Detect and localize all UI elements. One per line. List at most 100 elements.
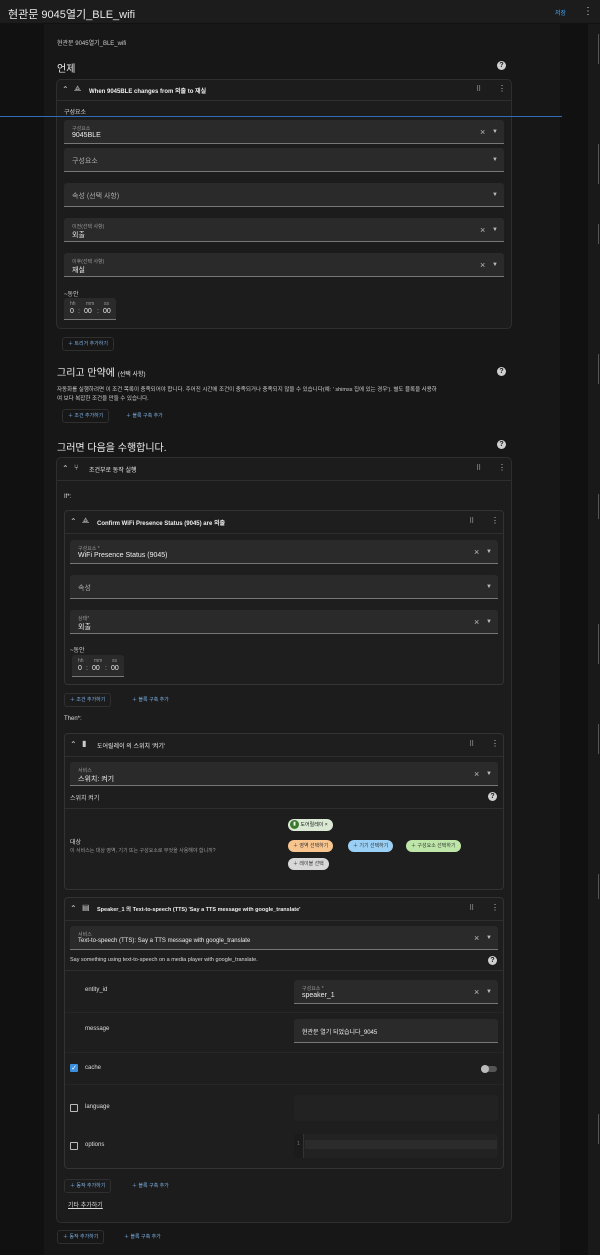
for-label: ~동안 (64, 292, 79, 298)
condition-state-field[interactable]: 상태* 외출 × ▼ (70, 610, 498, 634)
drag-handle-icon[interactable]: ⠿ (469, 904, 474, 912)
help-icon[interactable]: ? (497, 440, 506, 449)
trigger-duration-input[interactable]: hh mm ss 0 : 00 : 00 (64, 298, 116, 320)
save-button[interactable]: 저장 (555, 8, 566, 17)
options-yaml-editor[interactable]: 1 (294, 1134, 498, 1158)
service-description: Say something using text-to-speech on a … (70, 957, 258, 963)
help-icon[interactable]: ? (497, 367, 506, 376)
field-placeholder: 속성 (선택 사항) (72, 193, 120, 200)
condition-section-title: 그리고 만약에 (선택 사항) (57, 364, 146, 379)
dropdown-arrow-icon[interactable]: ▼ (492, 227, 498, 233)
trigger-attribute-field[interactable]: 속성 (선택 사항) ▼ (64, 183, 504, 207)
choose-entity-chip[interactable]: ＋ 구성요소 선택하기 (406, 840, 461, 852)
chevron-up-icon[interactable]: ⌃ (62, 464, 69, 473)
seconds-value[interactable]: 00 (103, 308, 111, 315)
trigger-to-field[interactable]: 이후(선택 사항) 재실 × ▼ (64, 253, 504, 277)
clear-icon[interactable]: × (480, 260, 485, 270)
drag-handle-icon[interactable]: ⠿ (469, 517, 474, 525)
choose-device-chip[interactable]: ＋ 기기 선택하기 (348, 840, 394, 852)
help-icon[interactable]: ? (488, 956, 497, 965)
clear-icon[interactable]: × (474, 617, 479, 627)
chevron-up-icon[interactable]: ⌃ (70, 740, 77, 749)
trigger-entity-field[interactable]: 구성요소 9045BLE × ▼ (64, 120, 504, 144)
seconds-value[interactable]: 00 (111, 665, 119, 672)
dropdown-arrow-icon[interactable]: ▼ (492, 157, 498, 163)
tts-service-field[interactable]: 서비스 Text-to-speech (TTS): Say a TTS mess… (70, 926, 498, 950)
choose-area-chip[interactable]: ＋ 영역 선택하기 (288, 840, 334, 852)
blue-guide-line (0, 116, 562, 117)
dropdown-arrow-icon[interactable]: ▼ (486, 771, 492, 777)
add-condition-button[interactable]: ＋ 조건 추가하기 (62, 409, 110, 423)
clear-icon[interactable]: × (474, 987, 479, 997)
minutes-value[interactable]: 00 (84, 308, 92, 315)
choose-action-summary: 조건부로 동작 실행 (89, 468, 137, 474)
cache-checkbox[interactable]: ✓ (70, 1064, 78, 1072)
drag-handle-icon[interactable]: ⠿ (476, 464, 481, 472)
chevron-up-icon[interactable]: ⌃ (62, 85, 69, 94)
clear-icon[interactable]: × (474, 547, 479, 557)
language-field[interactable] (294, 1095, 498, 1121)
card-menu-icon[interactable]: ⋮ (491, 739, 499, 748)
add-trigger-button[interactable]: ＋ 트리거 추가하기 (62, 337, 114, 351)
add-building-block-button[interactable]: ＋ 블록 구축 추가 (126, 1179, 175, 1193)
drag-handle-icon[interactable]: ⠿ (476, 85, 481, 93)
condition-entity-field[interactable]: 구성요소 * WiFi Presence Status (9045) × ▼ (70, 540, 498, 564)
add-building-block-button[interactable]: ＋ 블록 구축 추가 (120, 409, 169, 423)
add-building-block-button[interactable]: ＋ 블록 구축 추가 (118, 1230, 167, 1244)
condition-summary: Confirm WiFi Presence Status (9045) are … (97, 521, 226, 527)
dropdown-arrow-icon[interactable]: ▼ (492, 262, 498, 268)
hours-value[interactable]: 0 (70, 308, 74, 315)
add-else-link[interactable]: 기타 추가하기 (68, 1200, 103, 1209)
entity-chip[interactable]: ▮ 도어릴레이 × (288, 819, 333, 831)
cache-toggle[interactable] (481, 1065, 497, 1073)
toggle-knob (481, 1065, 489, 1073)
dropdown-arrow-icon[interactable]: ▼ (486, 619, 492, 625)
dropdown-arrow-icon[interactable]: ▼ (486, 584, 492, 590)
minutes-label: mm (94, 658, 103, 664)
entity-id-field[interactable]: 구성요소 * speaker_1 × ▼ (294, 980, 498, 1004)
add-action-button[interactable]: ＋ 동작 추가하기 (64, 1179, 112, 1193)
language-checkbox[interactable] (70, 1104, 78, 1112)
clear-icon[interactable]: × (474, 933, 479, 943)
add-building-block-button[interactable]: ＋ 블록 구축 추가 (126, 693, 175, 707)
trigger-from-field[interactable]: 이전(선택 사항) 외출 × ▼ (64, 218, 504, 242)
switch-service-field[interactable]: 서비스 스위치: 켜기 × ▼ (70, 762, 498, 786)
language-label: language (85, 1104, 110, 1110)
options-checkbox[interactable] (70, 1142, 78, 1150)
clear-icon[interactable]: × (480, 127, 485, 137)
chevron-up-icon[interactable]: ⌃ (70, 517, 77, 526)
chip-label: 기기 선택하기 (359, 843, 389, 849)
card-menu-icon[interactable]: ⋮ (491, 516, 499, 525)
field-label: 이후(선택 사항) (72, 259, 105, 265)
condition-duration-input[interactable]: hh mm ss 0 : 00 : 00 (72, 655, 124, 677)
switch-icon: ▮ (290, 820, 299, 830)
card-menu-icon[interactable]: ⋮ (491, 903, 499, 912)
clear-icon[interactable]: × (474, 769, 479, 779)
add-condition-button[interactable]: ＋ 조건 추가하기 (64, 693, 112, 707)
for-label: ~동안 (70, 648, 85, 654)
overflow-menu-icon[interactable]: ⋮ (583, 6, 593, 17)
card-menu-icon[interactable]: ⋮ (498, 463, 506, 472)
help-icon[interactable]: ? (497, 61, 506, 70)
dropdown-arrow-icon[interactable]: ▼ (486, 935, 492, 941)
help-icon[interactable]: ? (488, 792, 497, 801)
clear-icon[interactable]: × (480, 225, 485, 235)
choose-label-chip[interactable]: ＋ 레이블 선택 (288, 858, 329, 870)
dropdown-arrow-icon[interactable]: ▼ (492, 129, 498, 135)
message-field[interactable]: 현관문 열기 되었습니다_9045 (294, 1019, 498, 1043)
drag-handle-icon[interactable]: ⠿ (469, 740, 474, 748)
dropdown-arrow-icon[interactable]: ▼ (492, 192, 498, 198)
condition-attribute-field[interactable]: 속성 ▼ (70, 575, 498, 599)
trigger-entity2-field[interactable]: 구성요소 ▼ (64, 148, 504, 172)
card-menu-icon[interactable]: ⋮ (498, 84, 506, 93)
remove-chip-icon[interactable]: × (325, 822, 328, 828)
dropdown-arrow-icon[interactable]: ▼ (486, 989, 492, 995)
hours-value[interactable]: 0 (78, 665, 82, 672)
optional-text: (선택 사항) (117, 372, 146, 378)
dropdown-arrow-icon[interactable]: ▼ (486, 549, 492, 555)
minutes-value[interactable]: 00 (92, 665, 100, 672)
chip-label: 구성요소 선택하기 (417, 843, 456, 849)
chevron-up-icon[interactable]: ⌃ (70, 904, 77, 913)
add-action-button[interactable]: ＋ 동작 추가하기 (57, 1230, 105, 1244)
field-value: 현관문 열기 되었습니다_9045 (302, 1030, 378, 1036)
